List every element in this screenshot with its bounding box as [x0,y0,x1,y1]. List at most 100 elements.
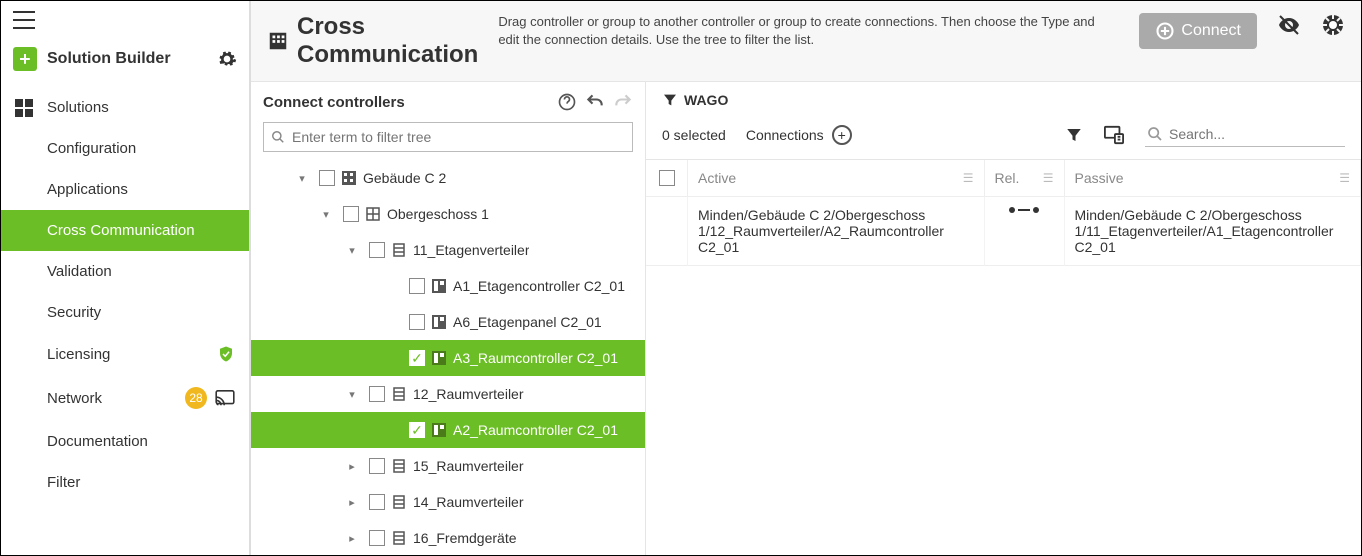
sidebar-item-label: Validation [47,263,112,280]
tree-node-label: 12_Raumverteiler [413,386,524,402]
table-row[interactable]: Minden/Gebäude C 2/Obergeschoss 1/12_Rau… [646,197,1361,266]
search-icon [1147,126,1163,142]
column-filter-icon[interactable]: ☰ [1339,171,1350,185]
funnel-icon [662,92,678,108]
tree-node-label: A3_Raumcontroller C2_01 [453,350,618,366]
redo-icon[interactable] [613,92,633,112]
tree-node-building[interactable]: ▾ Gebäude C 2 [251,160,645,196]
tree-filter-input[interactable] [263,122,633,152]
building-icon [267,30,289,52]
shield-check-icon [217,345,235,363]
plus-circle-icon [1155,21,1175,41]
tree-node-label: A1_Etagencontroller C2_01 [453,278,625,294]
checkbox[interactable] [369,458,385,474]
help-icon[interactable] [1321,13,1345,37]
sidebar-item-label: Filter [47,474,80,491]
search-input[interactable] [1145,122,1345,147]
cabinet-icon [391,387,407,401]
sidebar-item-applications[interactable]: Applications [1,169,249,210]
col-active[interactable]: Active ☰ [688,160,985,197]
sidebar-item-label: Solutions [47,99,109,116]
col-passive[interactable]: Passive ☰ [1065,160,1362,197]
controller-icon [431,315,447,329]
sidebar-item-label: Documentation [47,433,148,450]
chevron-down-icon[interactable]: ▾ [341,244,363,257]
sidebar-item-label: Applications [47,181,128,198]
chevron-right-icon[interactable]: ▸ [341,460,363,473]
tree-node-label: 11_Etagenverteiler [413,242,529,258]
chevron-down-icon[interactable]: ▾ [341,388,363,401]
controller-icon [431,279,447,293]
connect-button[interactable]: Connect [1139,13,1257,49]
checkbox[interactable] [369,494,385,510]
tree-node-panel[interactable]: ▸ 14_Raumverteiler [251,484,645,520]
sidebar-item-documentation[interactable]: Documentation [1,421,249,462]
tree-node-panel[interactable]: ▸ 16_Fremdgeräte [251,520,645,555]
sidebar-item-validation[interactable]: Validation [1,251,249,292]
page-title: Cross Communication [297,13,478,69]
cabinet-icon [391,495,407,509]
checkbox[interactable] [369,242,385,258]
relation-icon [995,207,1054,213]
cell-rel [985,197,1065,266]
column-filter-icon[interactable]: ☰ [963,171,974,185]
chevron-right-icon[interactable]: ▸ [341,532,363,545]
tree-node-panel[interactable]: ▾ 11_Etagenverteiler [251,232,645,268]
tree-node-floor[interactable]: ▾ Obergeschoss 1 [251,196,645,232]
sidebar-item-solutions[interactable]: Solutions [1,87,249,128]
sidebar-item-label: Configuration [47,140,136,157]
funnel-icon[interactable] [1065,126,1083,144]
tree-node-controller[interactable]: ✓ A2_Raumcontroller C2_01 [251,412,645,448]
tree-node-label: 15_Raumverteiler [413,458,524,474]
sidebar-item-security[interactable]: Security [1,292,249,333]
tree-node-label: Gebäude C 2 [363,170,446,186]
checkbox[interactable] [409,314,425,330]
add-connection-button[interactable]: + [832,125,852,145]
page-header: Cross Communication Drag controller or g… [251,1,1361,82]
tree-node-panel[interactable]: ▾ 12_Raumverteiler [251,376,645,412]
tree-node-controller[interactable]: A6_Etagenpanel C2_01 [251,304,645,340]
tree-panel-title: Connect controllers [263,94,549,111]
tree-node-label: Obergeschoss 1 [387,206,489,222]
selected-count: 0 selected [662,127,726,143]
checkbox[interactable] [343,206,359,222]
sidebar-item-network[interactable]: Network 28 [1,375,249,421]
tree-node-controller[interactable]: ✓ A3_Raumcontroller C2_01 [251,340,645,376]
hamburger-icon[interactable] [1,1,249,39]
tree-node-panel[interactable]: ▸ 15_Raumverteiler [251,448,645,484]
sidebar: Solution Builder Solutions Configuration… [1,1,251,555]
tree-node-controller[interactable]: A1_Etagencontroller C2_01 [251,268,645,304]
sidebar-item-cross-communication[interactable]: Cross Communication [1,210,249,251]
chevron-down-icon[interactable]: ▾ [315,208,337,221]
checkbox[interactable]: ✓ [409,422,425,438]
sidebar-item-filter[interactable]: Filter [1,462,249,503]
cabinet-icon [391,531,407,545]
select-all-checkbox[interactable] [659,170,675,186]
controller-icon [431,351,447,365]
undo-icon[interactable] [585,92,605,112]
visibility-off-icon[interactable] [1277,13,1301,37]
checkbox[interactable] [409,278,425,294]
table-header: Active ☰ Rel. ☰ Passive ☰ [646,160,1361,197]
filter-tag[interactable]: WAGO [662,92,728,108]
checkbox[interactable] [369,530,385,546]
checkbox[interactable] [369,386,385,402]
cast-icon [215,390,235,406]
column-filter-icon[interactable]: ☰ [1043,171,1054,185]
settings-gear-icon[interactable] [217,49,237,69]
chevron-down-icon[interactable]: ▾ [291,172,313,185]
chevron-right-icon[interactable]: ▸ [341,496,363,509]
checkbox[interactable]: ✓ [409,350,425,366]
help-circle-icon[interactable] [557,92,577,112]
nav: Solutions Configuration Applications Cro… [1,87,249,503]
tree-node-label: A6_Etagenpanel C2_01 [453,314,602,330]
sidebar-item-label: Licensing [47,346,209,363]
sidebar-item-configuration[interactable]: Configuration [1,128,249,169]
col-rel[interactable]: Rel. ☰ [985,160,1065,197]
checkbox[interactable] [319,170,335,186]
sidebar-item-licensing[interactable]: Licensing [1,333,249,375]
tree-node-label: 14_Raumverteiler [413,494,524,510]
device-list-icon[interactable] [1103,125,1125,145]
solutions-icon [15,99,33,117]
connect-button-label: Connect [1181,22,1241,40]
